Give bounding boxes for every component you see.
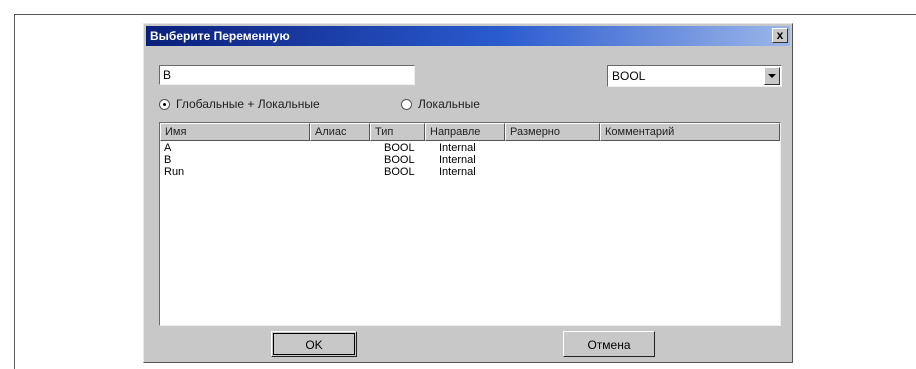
radio-button-local[interactable] [401, 98, 412, 110]
select-variable-dialog: Выберите Переменную x BOOL Глобальные + … [143, 23, 793, 363]
cell-type: BOOL [384, 142, 415, 154]
radio-label-global-local: Глобальные + Локальные [176, 97, 320, 111]
radio-global-local[interactable]: Глобальные + Локальные [159, 96, 320, 112]
column-header-dimension[interactable]: Размерно [505, 123, 600, 141]
dialog-title: Выберите Переменную [150, 29, 290, 43]
list-rows: A BOOL Internal B BOOL Internal Run BOOL… [160, 142, 780, 178]
ok-button[interactable]: OK [271, 331, 357, 357]
cell-direction: Internal [439, 142, 476, 154]
cell-name: B [164, 154, 172, 166]
cell-direction: Internal [439, 154, 476, 166]
column-header-alias[interactable]: Алиас [310, 123, 370, 141]
dialog-titlebar[interactable]: Выберите Переменную x [146, 26, 790, 46]
column-header-type[interactable]: Тип [370, 123, 425, 141]
variables-list[interactable]: Имя Алиас Тип Направле Размерно Коммента… [159, 122, 781, 326]
close-icon: x [776, 28, 784, 42]
column-header-direction[interactable]: Направле [425, 123, 505, 141]
chevron-down-icon[interactable] [764, 67, 780, 85]
frame-left-border [14, 14, 15, 369]
cell-name: Run [164, 166, 185, 178]
column-header-comment[interactable]: Комментарий [600, 123, 780, 141]
cancel-button[interactable]: Отмена [563, 331, 655, 357]
cell-type: BOOL [384, 154, 415, 166]
frame-top-border [14, 14, 916, 15]
radio-label-local: Локальные [418, 97, 480, 111]
table-row[interactable]: Run BOOL Internal [160, 166, 780, 178]
list-header: Имя Алиас Тип Направле Размерно Коммента… [160, 123, 780, 141]
table-row[interactable]: A BOOL Internal [160, 142, 780, 154]
radio-button-global-local[interactable] [159, 98, 170, 110]
close-button[interactable]: x [772, 28, 788, 43]
column-header-name[interactable]: Имя [160, 123, 310, 141]
cell-direction: Internal [439, 166, 476, 178]
cell-name: A [164, 142, 172, 154]
cell-type: BOOL [384, 166, 415, 178]
variable-name-input[interactable] [159, 65, 415, 85]
type-select-value: BOOL [612, 69, 646, 83]
radio-local[interactable]: Локальные [401, 96, 480, 112]
table-row[interactable]: B BOOL Internal [160, 154, 780, 166]
type-select[interactable]: BOOL [607, 65, 782, 87]
